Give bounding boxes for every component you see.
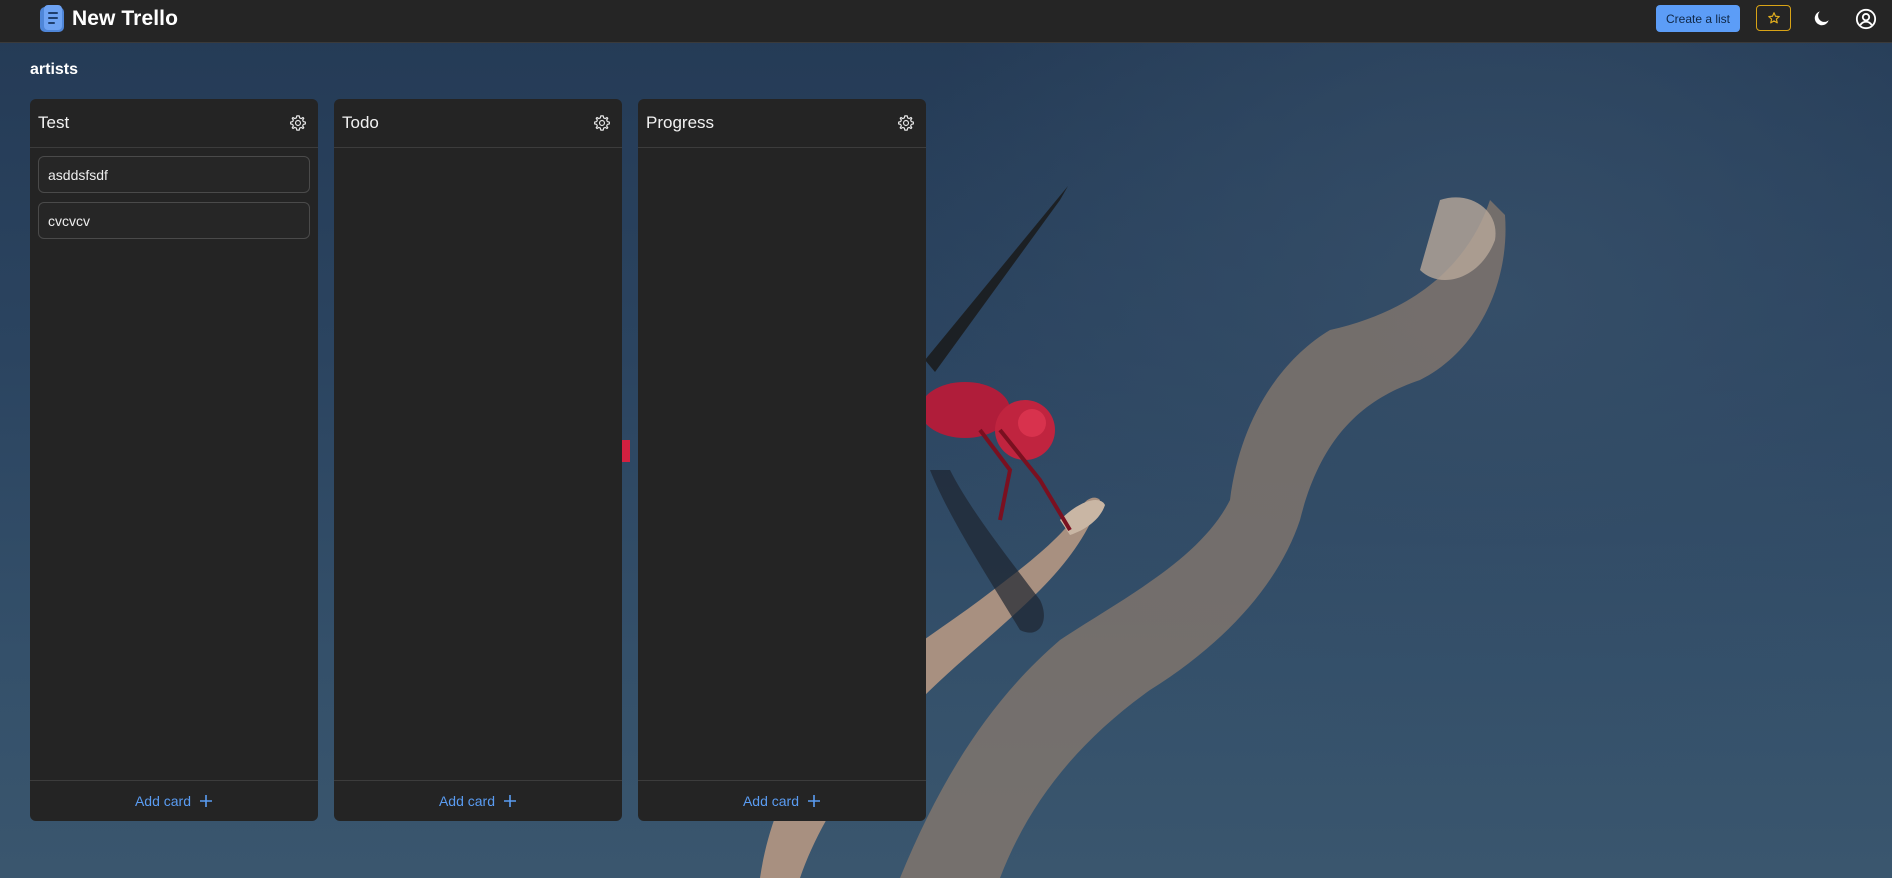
document-list-icon xyxy=(40,5,64,32)
list-header: Todo xyxy=(334,99,622,148)
star-icon xyxy=(1767,12,1780,24)
list-footer: Add card xyxy=(30,780,318,821)
gear-icon xyxy=(594,115,610,131)
add-card-button[interactable]: Add card xyxy=(135,793,213,809)
list-progress: Progress Add card xyxy=(638,99,926,821)
add-card-label: Add card xyxy=(438,793,496,809)
list-footer: Add card xyxy=(334,780,622,821)
add-card-label: Add card xyxy=(742,793,800,809)
add-card-label: Add card xyxy=(134,793,192,809)
add-card-button[interactable]: Add card xyxy=(743,793,821,809)
gear-icon xyxy=(290,115,306,131)
card[interactable]: asddsfsdf xyxy=(38,156,310,193)
plus-icon xyxy=(808,795,821,807)
create-list-button[interactable]: Create a list xyxy=(1656,5,1740,32)
list-settings-button[interactable] xyxy=(894,111,918,135)
plus-icon xyxy=(200,795,213,807)
favorite-board-button[interactable] xyxy=(1756,5,1791,31)
card-container xyxy=(638,148,926,780)
board-title: artists xyxy=(30,61,79,78)
list-title: Todo xyxy=(342,113,379,132)
plus-icon xyxy=(504,795,517,807)
card[interactable]: cvcvcv xyxy=(38,202,310,239)
theme-toggle-button[interactable] xyxy=(1810,6,1834,30)
list-header: Test xyxy=(30,99,318,148)
moon-icon xyxy=(1814,11,1829,26)
list-settings-button[interactable] xyxy=(590,111,614,135)
app-title: New Trello xyxy=(72,7,179,30)
user-circle-icon xyxy=(1855,8,1877,30)
card-container xyxy=(334,148,622,780)
card-container: asddsfsdf cvcvcv xyxy=(30,148,318,780)
list-footer: Add card xyxy=(638,780,926,821)
list-todo: Todo Add card xyxy=(334,99,622,821)
add-card-button[interactable]: Add card xyxy=(439,793,517,809)
app-brand[interactable]: New Trello xyxy=(38,4,178,34)
list-title: Progress xyxy=(646,113,715,132)
list-title: Test xyxy=(38,113,70,132)
board-lists: Test asddsfsdf cvcvcv Add card Todo Add … xyxy=(30,99,926,821)
account-button[interactable] xyxy=(1853,6,1879,32)
list-header: Progress xyxy=(638,99,926,148)
gear-icon xyxy=(898,115,914,131)
top-navigation-bar: New Trello Create a list xyxy=(0,0,1892,43)
list-settings-button[interactable] xyxy=(286,111,310,135)
list-test: Test asddsfsdf cvcvcv Add card xyxy=(30,99,318,821)
